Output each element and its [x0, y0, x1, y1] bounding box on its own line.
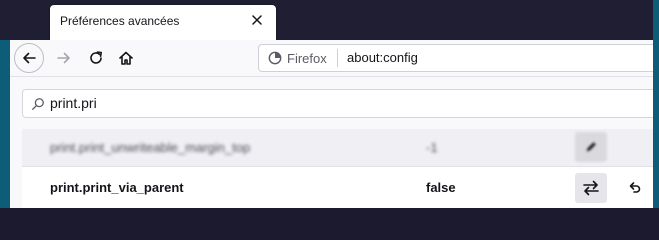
preferences-table: print.print_unwriteable_margin_top -1 pr… — [22, 129, 653, 208]
reset-icon — [629, 182, 641, 193]
back-button[interactable] — [14, 43, 44, 73]
about-config-page: print.print_unwriteable_margin_top -1 pr… — [10, 77, 653, 208]
navigation-toolbar: Firefox about:config — [10, 40, 653, 77]
identity-label: Firefox — [287, 50, 327, 66]
firefox-icon — [268, 51, 282, 65]
table-row[interactable]: print.print_unwriteable_margin_top -1 — [22, 129, 653, 167]
pref-name: print.print_via_parent — [50, 180, 184, 195]
address-bar[interactable]: Firefox about:config — [258, 44, 653, 72]
window-border-right — [653, 0, 659, 208]
toggle-button[interactable] — [575, 173, 607, 203]
pref-value: false — [426, 180, 456, 195]
edit-icon — [586, 142, 596, 152]
reload-icon — [90, 51, 102, 64]
table-row[interactable]: print.print_via_parent false — [22, 167, 653, 208]
home-button[interactable] — [112, 44, 140, 72]
edit-button[interactable] — [575, 132, 607, 162]
search-input[interactable] — [50, 93, 610, 113]
pref-value: -1 — [426, 140, 438, 155]
browser-window: Firefox about:config print.print_unwrite… — [10, 40, 653, 208]
forward-button[interactable] — [50, 44, 78, 72]
tab-title: Préférences avancées — [60, 14, 180, 28]
url-text[interactable]: about:config — [347, 50, 418, 65]
title-bar: Préférences avancées — [0, 0, 659, 40]
home-icon — [119, 51, 133, 65]
reload-button[interactable] — [82, 44, 110, 72]
toggle-icon — [583, 180, 599, 196]
identity-box[interactable]: Firefox — [268, 50, 327, 66]
close-tab-icon[interactable] — [249, 12, 265, 28]
url-separator — [337, 49, 338, 67]
reset-button[interactable] — [618, 173, 650, 203]
back-arrow-icon — [23, 52, 36, 64]
tab-advanced-preferences[interactable]: Préférences avancées — [50, 5, 276, 40]
search-icon — [31, 96, 45, 110]
forward-arrow-icon — [57, 52, 70, 64]
pref-name: print.print_unwriteable_margin_top — [50, 140, 251, 155]
search-box[interactable] — [22, 89, 653, 118]
